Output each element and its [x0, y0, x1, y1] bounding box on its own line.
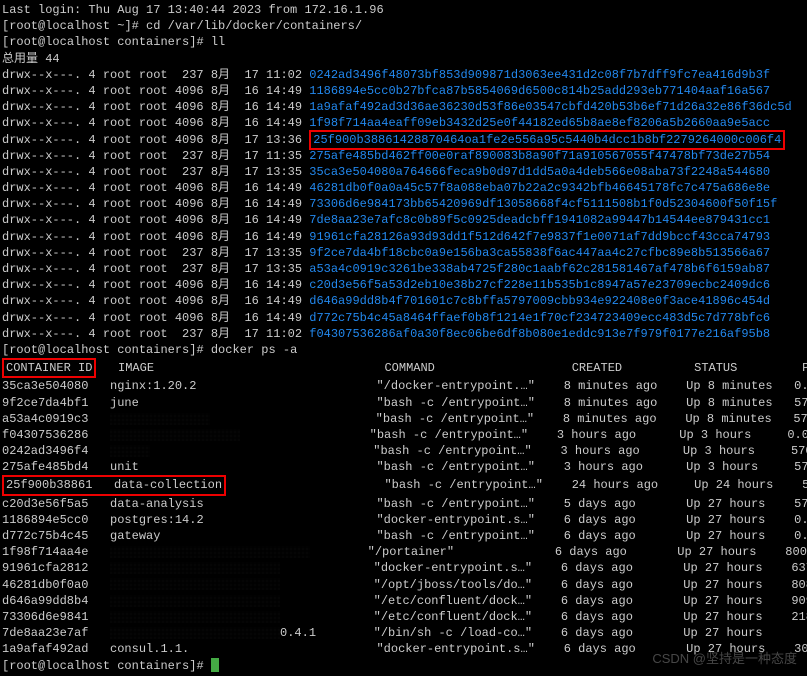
ls-output: drwx--x---. 4 root root 237 8月 17 11:02 … [2, 67, 805, 342]
prompt-path: containers [117, 35, 189, 49]
ls-row: drwx--x---. 4 root root 4096 8月 17 13:36… [2, 132, 805, 148]
container-dir-link: a53a4c0919c3261be338ab4725f280c1aabf62c2… [309, 262, 770, 276]
container-dir-link: 1a9afaf492ad3d36ae36230d53f86e03547cbfd4… [309, 100, 791, 114]
container-dir-link: 1f98f714aa4eaff09eb3432d25e0f44182ed65b8… [309, 116, 770, 130]
docker-ps-row: 0242ad3496f4 "bash -c /entrypoint…" 3 ho… [2, 443, 805, 459]
prompt-line-2[interactable]: [root@localhost containers]# ll [2, 34, 805, 50]
container-dir-link: 46281db0f0a0a45c57f8a088eba07b22a2c9342b… [309, 181, 770, 195]
command-text: docker ps -a [211, 343, 297, 357]
user-host: root@localhost [9, 343, 110, 357]
header-container-id: CONTAINER ID [2, 358, 96, 378]
redacted-image-name [110, 546, 310, 558]
docker-ps-row: d772c75b4c45 gateway "bash -c /entrypoin… [2, 528, 805, 544]
docker-ps-row: c20d3e56f5a5 data-analysis "bash -c /ent… [2, 496, 805, 512]
docker-ps-row: 7de8aa23e7af 0.4.1 "/bin/sh -c /load-co…… [2, 625, 805, 641]
ls-row: drwx--x---. 4 root root 237 8月 17 13:35 … [2, 245, 805, 261]
total-line: 总用量 44 [2, 51, 805, 67]
container-dir-link: 73306d6e984173bb65420969df13058668f4cf51… [309, 197, 777, 211]
docker-ps-row: 275afe485bd4 unit "bash -c /entrypoint…"… [2, 459, 805, 475]
container-dir-link: 275afe485bd462ff00e0raf890083b8a90f71a91… [309, 149, 770, 163]
docker-ps-row: 1186894e5cc0 postgres:14.2 "docker-entry… [2, 512, 805, 528]
container-dir-link: 25f900b38861428870464oa1fe2e556a95c5440b… [313, 133, 781, 147]
ls-row: drwx--x---. 4 root root 237 8月 17 11:35 … [2, 148, 805, 164]
prompt-line-1[interactable]: [root@localhost ~]# cd /var/lib/docker/c… [2, 18, 805, 34]
ls-row: drwx--x---. 4 root root 4096 8月 16 14:49… [2, 277, 805, 293]
ls-row: drwx--x---. 4 root root 4096 8月 16 14:49… [2, 212, 805, 228]
ls-row: drwx--x---. 4 root root 4096 8月 16 14:49… [2, 99, 805, 115]
ls-row: drwx--x---. 4 root root 237 8月 17 11:02 … [2, 326, 805, 342]
redacted-image-name [110, 578, 280, 590]
ls-row: drwx--x---. 4 root root 4096 8月 16 14:49… [2, 310, 805, 326]
container-dir-link: 7de8aa23e7afc8c0b89f5c0925deadcbff194108… [309, 213, 770, 227]
container-dir-link: 9f2ce7da4bf18cbc0a9e156ba3ca55838f6ac447… [309, 246, 770, 260]
ls-row: drwx--x---. 4 root root 237 8月 17 13:35 … [2, 164, 805, 180]
docker-ps-row: 1f98f714aa4e "/portainer" 6 days ago Up … [2, 544, 805, 560]
docker-ps-row: a53a4c0919c3 "bash -c /entrypoint…" 8 mi… [2, 411, 805, 427]
docker-ps-row: 9f2ce7da4bf1 june "bash -c /entrypoint…"… [2, 395, 805, 411]
prompt-path: containers [117, 343, 189, 357]
redacted-image-name [110, 429, 240, 441]
container-dir-link: d772c75b4c45a8464ffaef0b8f1214e1f70cf234… [309, 311, 770, 325]
ls-row: drwx--x---. 4 root root 237 8月 17 13:35 … [2, 261, 805, 277]
prompt-line-3[interactable]: [root@localhost containers]# docker ps -… [2, 342, 805, 358]
user-host: root@localhost [9, 35, 110, 49]
highlighted-docker-row: 25f900b38861 data-collection [2, 475, 226, 495]
docker-ps-row: d646a99dd8b4 "/etc/confluent/dock…" 6 da… [2, 593, 805, 609]
container-dir-link: 1186894e5cc0b27bfca87b5854069d6500c814b2… [309, 84, 770, 98]
ls-row: drwx--x---. 4 root root 4096 8月 16 14:49… [2, 180, 805, 196]
container-dir-link: 0242ad3496f48073bf853d909871d3063ee431d2… [309, 68, 770, 82]
ls-row: drwx--x---. 4 root root 4096 8月 16 14:49… [2, 83, 805, 99]
docker-ps-row: 1a9afaf492ad consul.1.1. "docker-entrypo… [2, 641, 805, 657]
redacted-image-name [110, 562, 280, 574]
ls-row: drwx--x---. 4 root root 4096 8月 16 14:49… [2, 229, 805, 245]
user-host: root@localhost [9, 19, 110, 33]
ls-row: drwx--x---. 4 root root 4096 8月 16 14:49… [2, 196, 805, 212]
redacted-image-name [110, 627, 280, 639]
container-dir-link: 35ca3e504080a764666feca9b0d97d1dd5a0a4de… [309, 165, 770, 179]
prompt-path: ~ [117, 19, 124, 33]
docker-ps-row: 35ca3e504080 nginx:1.20.2 "/docker-entry… [2, 378, 805, 394]
docker-ps-row: 25f900b38861 data-collection "bash -c /e… [2, 475, 805, 495]
container-dir-link: 91961cfa28126a93d93dd1f512d642f7e9837f1e… [309, 230, 770, 244]
container-dir-link: c20d3e56f5a53d2eb10e38b27cf228e11b535b1c… [309, 278, 770, 292]
docker-ps-row: f04307536286 "bash -c /entrypoint…" 3 ho… [2, 427, 805, 443]
redacted-image-name [110, 413, 210, 425]
ls-row: drwx--x---. 4 root root 4096 8月 16 14:49… [2, 293, 805, 309]
command-text: ll [211, 35, 225, 49]
cursor-icon [211, 658, 219, 672]
docker-ps-row: 73306d6e9841 "/etc/confluent/dock…" 6 da… [2, 609, 805, 625]
ls-row: drwx--x---. 4 root root 237 8月 17 11:02 … [2, 67, 805, 83]
docker-ps-header: CONTAINER ID IMAGE COMMAND CREATED STATU… [2, 358, 805, 378]
docker-ps-output: 35ca3e504080 nginx:1.20.2 "/docker-entry… [2, 378, 805, 657]
command-text: cd /var/lib/docker/containers/ [146, 19, 362, 33]
redacted-image-name [110, 595, 280, 607]
container-dir-link: d646a99dd8b4f701601c7c8bffa5797009cbb934… [309, 294, 770, 308]
redacted-image-name [110, 445, 150, 457]
docker-ps-row: 46281db0f0a0 "/opt/jboss/tools/do…" 6 da… [2, 577, 805, 593]
prompt-path: containers [117, 659, 189, 673]
user-host: root@localhost [9, 659, 110, 673]
highlighted-container-hash: 25f900b38861428870464oa1fe2e556a95c5440b… [309, 130, 785, 150]
login-message: Last login: Thu Aug 17 13:40:44 2023 fro… [2, 2, 805, 18]
redacted-image-name [110, 611, 280, 623]
container-dir-link: f04307536286af0a30f8ec06be6df8b080e1eddc… [309, 327, 770, 341]
docker-ps-row: 91961cfa2812 "docker-entrypoint.s…" 6 da… [2, 560, 805, 576]
prompt-line-4[interactable]: [root@localhost containers]# [2, 658, 805, 674]
